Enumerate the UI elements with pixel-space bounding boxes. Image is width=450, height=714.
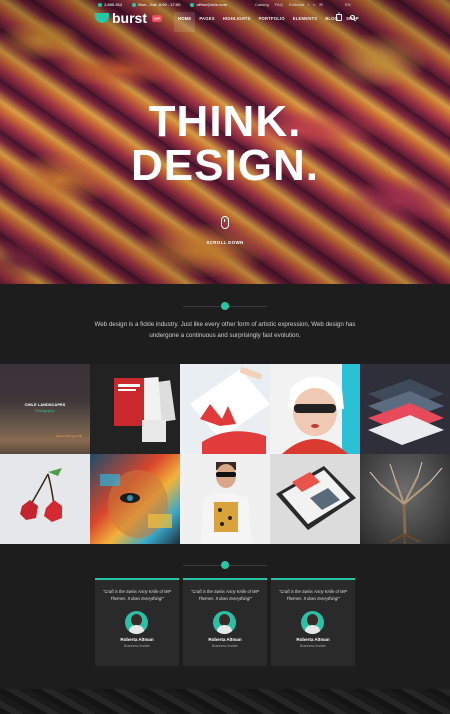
portfolio-tile-man-sunglasses[interactable]: [180, 454, 270, 544]
social-links: f t v ✉: [303, 2, 323, 7]
page: 1-500-012 Mon - Sat: 8:00 - 17:00 office…: [0, 0, 450, 714]
testimonial-name: Roberta Altman: [296, 637, 330, 642]
testimonial-role: Business Insider: [212, 644, 238, 648]
tile-caption: Green Orange Pink: [56, 434, 82, 438]
clock-icon: [132, 2, 137, 7]
testimonial-role: Business Insider: [124, 644, 150, 648]
nav-elements[interactable]: ELEMENTS: [289, 12, 321, 32]
search-icon[interactable]: [350, 15, 355, 20]
girl-sunglasses-image: [282, 376, 348, 454]
man-sunglasses-image: [200, 462, 252, 544]
nav-portfolio[interactable]: PORTFOLIO: [255, 12, 289, 32]
portfolio-tile-print[interactable]: [90, 364, 180, 454]
link-editorial[interactable]: Editorial: [289, 2, 303, 7]
testimonial-name: Roberta Altman: [208, 637, 242, 642]
footer-texture: [0, 689, 450, 714]
avatar: [125, 611, 148, 634]
painted-face-image: [100, 470, 172, 538]
vimeo-icon[interactable]: v: [313, 2, 315, 7]
scroll-down-label: SCROLL DOWN: [206, 240, 244, 245]
mail-icon: [190, 2, 195, 7]
main-nav: HOME PAGES HIGHLIGHTS PORTFOLIO ELEMENTS…: [174, 12, 363, 32]
portfolio-tile-chile-landscapes[interactable]: CHILE LANDSCAPES Photography Green Orang…: [0, 364, 90, 454]
avatar: [301, 611, 324, 634]
hero-title-line1: THINK.: [148, 97, 302, 146]
portfolio-tile-tablet-app[interactable]: [270, 454, 360, 544]
tile-category: Photography: [35, 409, 55, 413]
top-bar: 1-500-012 Mon - Sat: 8:00 - 17:00 office…: [0, 0, 450, 34]
intro-section: Web design is a fickle industry. Just li…: [0, 284, 450, 364]
contact-info: 1-500-012 Mon - Sat: 8:00 - 17:00 office…: [98, 2, 227, 7]
brand-identity-image: [190, 366, 270, 454]
intro-text: Web design is a fickle industry. Just li…: [94, 321, 356, 339]
testimonial-card: "Craft is the Swiss Army Knife of WP The…: [271, 578, 355, 666]
nav-highlights[interactable]: HIGHLIGHTS: [219, 12, 255, 32]
language-selector[interactable]: EN: [345, 2, 351, 7]
logo-icon: [95, 13, 109, 23]
stacked-ui-image: [368, 379, 444, 445]
portfolio-grid: CHILE LANDSCAPES Photography Green Orang…: [0, 364, 450, 544]
print-mockup-image: [114, 377, 176, 442]
testimonials-section: "Craft is the Swiss Army Knife of WP The…: [0, 544, 450, 689]
portfolio-tile-cherry[interactable]: [0, 454, 90, 544]
portfolio-tile-fractal-tree[interactable]: [360, 454, 450, 544]
facebook-icon[interactable]: f: [303, 2, 304, 7]
nav-icons: 0: [336, 11, 355, 21]
cart-icon[interactable]: 0: [336, 11, 342, 21]
portfolio-tile-brand-identity[interactable]: [180, 364, 270, 454]
testimonial-quote: "Craft is the Swiss Army Knife of WP The…: [279, 589, 347, 601]
fractal-tree-image: [369, 461, 443, 544]
logo-text: burst: [112, 10, 147, 26]
low-poly-cherry-image: [20, 468, 62, 522]
testimonial-card: "Craft is the Swiss Army Knife of WP The…: [95, 578, 179, 666]
logo-badge: WP: [152, 14, 163, 22]
testimonial-quote: "Craft is the Swiss Army Knife of WP The…: [103, 589, 171, 601]
email-item[interactable]: office@site.com: [190, 2, 227, 7]
twitter-icon[interactable]: t: [308, 2, 309, 7]
phone-item: 1-500-012: [98, 2, 122, 7]
testimonial-card: "Craft is the Swiss Army Knife of WP The…: [183, 578, 267, 666]
email-icon[interactable]: ✉: [319, 2, 322, 7]
link-faq[interactable]: FAQ: [275, 2, 283, 7]
testimonial-quote: "Craft is the Swiss Army Knife of WP The…: [191, 589, 259, 601]
nav-home[interactable]: HOME: [174, 12, 196, 32]
accent-dot: [221, 302, 229, 310]
phone-icon: [98, 2, 102, 7]
testimonial-role: Business Insider: [300, 644, 326, 648]
scroll-down[interactable]: SCROLL DOWN: [0, 216, 450, 245]
accent-dot: [221, 561, 229, 569]
link-catalog[interactable]: Catalog: [255, 2, 269, 7]
mouse-icon: [221, 216, 229, 229]
portfolio-tile-stacked-ui[interactable]: [360, 364, 450, 454]
top-links: Catalog FAQ Editorial: [255, 2, 303, 7]
tile-title: CHILE LANDSCAPES: [24, 402, 66, 407]
hero-title-line2: DESIGN.: [131, 141, 319, 190]
testimonial-name: Roberta Altman: [120, 637, 154, 642]
portfolio-tile-painted-face[interactable]: [90, 454, 180, 544]
hero-section: 1-500-012 Mon - Sat: 8:00 - 17:00 office…: [0, 0, 450, 284]
logo[interactable]: burst WP: [95, 10, 163, 26]
nav-pages[interactable]: PAGES: [195, 12, 218, 32]
portfolio-tile-girl-sunglasses[interactable]: [270, 364, 360, 454]
avatar: [213, 611, 236, 634]
cart-count: 0: [338, 11, 340, 15]
tablet-app-image: [276, 466, 356, 530]
hours-item: Mon - Sat: 8:00 - 17:00: [132, 2, 180, 7]
